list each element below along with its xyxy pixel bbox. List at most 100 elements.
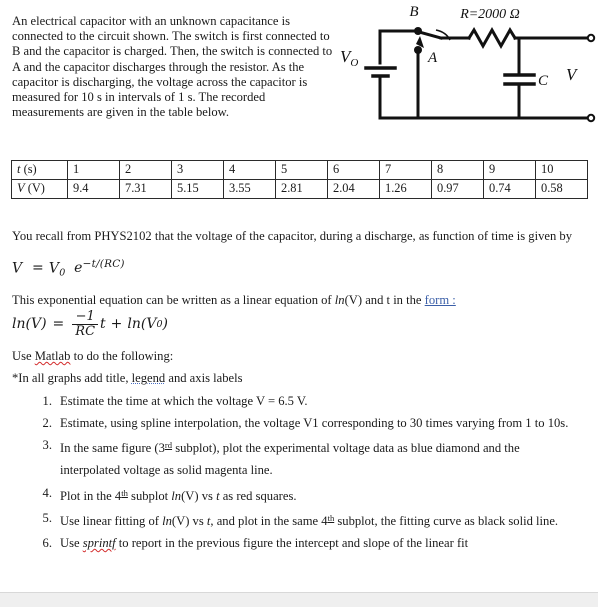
task-fragment: , and plot in the same 4 bbox=[210, 513, 328, 528]
task-fragment: (V) vs bbox=[181, 488, 217, 503]
terminal-bottom-circle bbox=[586, 113, 596, 123]
table-cell-voltage: 2.81 bbox=[275, 179, 328, 199]
task-number: 4. bbox=[42, 485, 52, 500]
eq-exp-v0-sub: 0 bbox=[59, 267, 66, 279]
task-text: In the same figure (3rd subplot), plot t… bbox=[60, 434, 582, 481]
table-cell-voltage: 0.74 bbox=[483, 179, 536, 199]
table-row-time: t (s) 1 2 3 4 5 6 7 8 9 10 bbox=[11, 160, 588, 180]
task-text: Estimate the time at which the voltage V… bbox=[60, 390, 582, 412]
circuit-label-capacitor: C bbox=[538, 73, 549, 89]
task-number: 3. bbox=[42, 438, 52, 453]
eq-exp-lhs: V bbox=[12, 260, 23, 277]
table-cell-time: 2 bbox=[119, 160, 172, 180]
math-italic: ln bbox=[171, 488, 182, 503]
task-fragment: subplot bbox=[127, 488, 172, 503]
function-name: sprintf bbox=[82, 535, 116, 550]
intro-paragraph: An electrical capacitor with an unknown … bbox=[12, 14, 336, 120]
circuit-label-resistor: R=2000 Ω bbox=[459, 7, 520, 22]
all-graphs-a: *In all graphs add title, bbox=[12, 371, 132, 385]
task-fragment: Use linear fitting of bbox=[60, 513, 163, 528]
math-italic: ln bbox=[162, 513, 172, 528]
measurements-table: t (s) 1 2 3 4 5 6 7 8 9 10 V (V) 9.4 7.3… bbox=[11, 160, 588, 199]
fraction-denominator: RC bbox=[72, 323, 99, 339]
table-cell-voltage: 0.97 bbox=[431, 179, 484, 199]
linear-intro-a: This exponential equation can be written… bbox=[12, 293, 335, 307]
task-fragment: Use bbox=[60, 535, 83, 550]
task-item: 1. Estimate the time at which the voltage… bbox=[34, 390, 582, 412]
circuit-label-vo: VO bbox=[340, 47, 358, 69]
table-cell-time: 6 bbox=[327, 160, 380, 180]
task-text: Plot in the 4th subplot ln(V) vs t as re… bbox=[60, 482, 582, 507]
linear-intro-ln: ln bbox=[334, 293, 345, 307]
table-cell-time: 1 bbox=[67, 160, 120, 180]
eq-lin-ln: ln bbox=[12, 316, 26, 332]
matlab-word: Matlab bbox=[34, 349, 71, 363]
task-item: 2. Estimate, using spline interpolation, … bbox=[34, 412, 582, 434]
eq-lin-t: t bbox=[100, 316, 106, 332]
table-cell-voltage: 0.58 bbox=[535, 179, 588, 199]
eq-exp-e: e bbox=[74, 260, 83, 277]
task-fragment: subplot, the fitting curve as black soli… bbox=[334, 513, 559, 528]
circuit-label-a: A bbox=[427, 50, 438, 66]
bottom-status-bar bbox=[0, 592, 598, 607]
task-fragment: (V) vs bbox=[171, 513, 207, 528]
node-a-dot bbox=[414, 46, 422, 54]
all-graphs-b: and axis labels bbox=[165, 371, 243, 385]
exponential-equation: V = V0 e−t/(RC) bbox=[12, 258, 125, 278]
recall-text: You recall from PHYS2102 that the voltag… bbox=[12, 229, 573, 243]
task-item: 4. Plot in the 4th subplot ln(V) vs t as … bbox=[34, 482, 582, 507]
table-cell-time: 9 bbox=[483, 160, 536, 180]
table-cell-time: 4 bbox=[223, 160, 276, 180]
eq-exp-v0: V bbox=[48, 260, 60, 277]
table-cell-voltage: 7.31 bbox=[119, 179, 172, 199]
eq-lin-rhs-close: ) bbox=[162, 316, 169, 332]
all-graphs-note: *In all graphs add title, legend and axi… bbox=[12, 370, 586, 386]
eq-lin-plus: + bbox=[110, 316, 123, 332]
switch-blade bbox=[417, 30, 443, 40]
circuit-diagram-svg: B A VO R=2000 Ω C V bbox=[340, 4, 596, 123]
circuit-label-b: B bbox=[409, 4, 418, 20]
task-item: 6. Use sprintf to report in the previous … bbox=[34, 532, 582, 554]
form-link[interactable]: form : bbox=[425, 293, 456, 307]
table-row-voltage: V (V) 9.4 7.31 5.15 3.55 2.81 2.04 1.26 … bbox=[11, 179, 588, 199]
table-cell-time: 5 bbox=[275, 160, 328, 180]
recall-paragraph: You recall from PHYS2102 that the voltag… bbox=[12, 228, 586, 244]
task-fragment: In the same figure (3 bbox=[60, 441, 165, 456]
fraction-numerator: −1 bbox=[75, 308, 95, 324]
table-cell-time: 10 bbox=[535, 160, 588, 180]
table-header-voltage: V (V) bbox=[11, 179, 68, 199]
eq-lin-ln2: ln bbox=[127, 316, 141, 332]
table-cell-voltage: 1.26 bbox=[379, 179, 432, 199]
task-text: Use linear fitting of ln(V) vs t, and pl… bbox=[60, 507, 582, 532]
table-cell-voltage: 3.55 bbox=[223, 179, 276, 199]
task-fragment: to report in the previous figure the int… bbox=[115, 535, 469, 550]
linear-equation: ln (V) = −1 RC t + ln (V 0) bbox=[12, 306, 168, 342]
terminal-top-circle bbox=[586, 33, 596, 43]
table-cell-voltage: 2.04 bbox=[327, 179, 380, 199]
eq-exp-exponent: −t/(RC) bbox=[82, 258, 125, 270]
eq-lin-equals: = bbox=[52, 316, 65, 332]
eq-exp-equals: = bbox=[31, 260, 44, 277]
table-cell-voltage: 9.4 bbox=[67, 179, 120, 199]
task-text: Use sprintf to report in the previous fi… bbox=[60, 532, 582, 554]
task-list: 1. Estimate the time at which the voltage… bbox=[34, 390, 582, 554]
task-fragment: as red squares. bbox=[219, 488, 297, 503]
task-item: 3. In the same figure (3rd subplot), plot… bbox=[34, 434, 582, 481]
legend-word: legend bbox=[131, 371, 166, 385]
table-cell-time: 8 bbox=[431, 160, 484, 180]
task-number: 2. bbox=[42, 416, 52, 431]
linear-intro-b: (V) and t in the bbox=[344, 293, 425, 307]
task-number: 5. bbox=[42, 510, 52, 525]
node-b-dot bbox=[414, 27, 422, 35]
table-cell-time: 7 bbox=[379, 160, 432, 180]
eq-lin-rhs-open: (V bbox=[140, 316, 157, 332]
table-header-time: t (s) bbox=[11, 160, 68, 180]
task-fragment: Estimate the time at which the voltage V… bbox=[60, 394, 308, 408]
table-cell-time: 3 bbox=[171, 160, 224, 180]
use-matlab-paragraph: Use Matlab to do the following: bbox=[12, 348, 586, 364]
table-cell-voltage: 5.15 bbox=[171, 179, 224, 199]
use-matlab-a: Use bbox=[12, 349, 35, 363]
use-matlab-b: to do the following: bbox=[70, 349, 174, 363]
eq-lin-fraction: −1 RC bbox=[72, 308, 99, 339]
task-item: 5. Use linear fitting of ln(V) vs t, and … bbox=[34, 507, 582, 532]
